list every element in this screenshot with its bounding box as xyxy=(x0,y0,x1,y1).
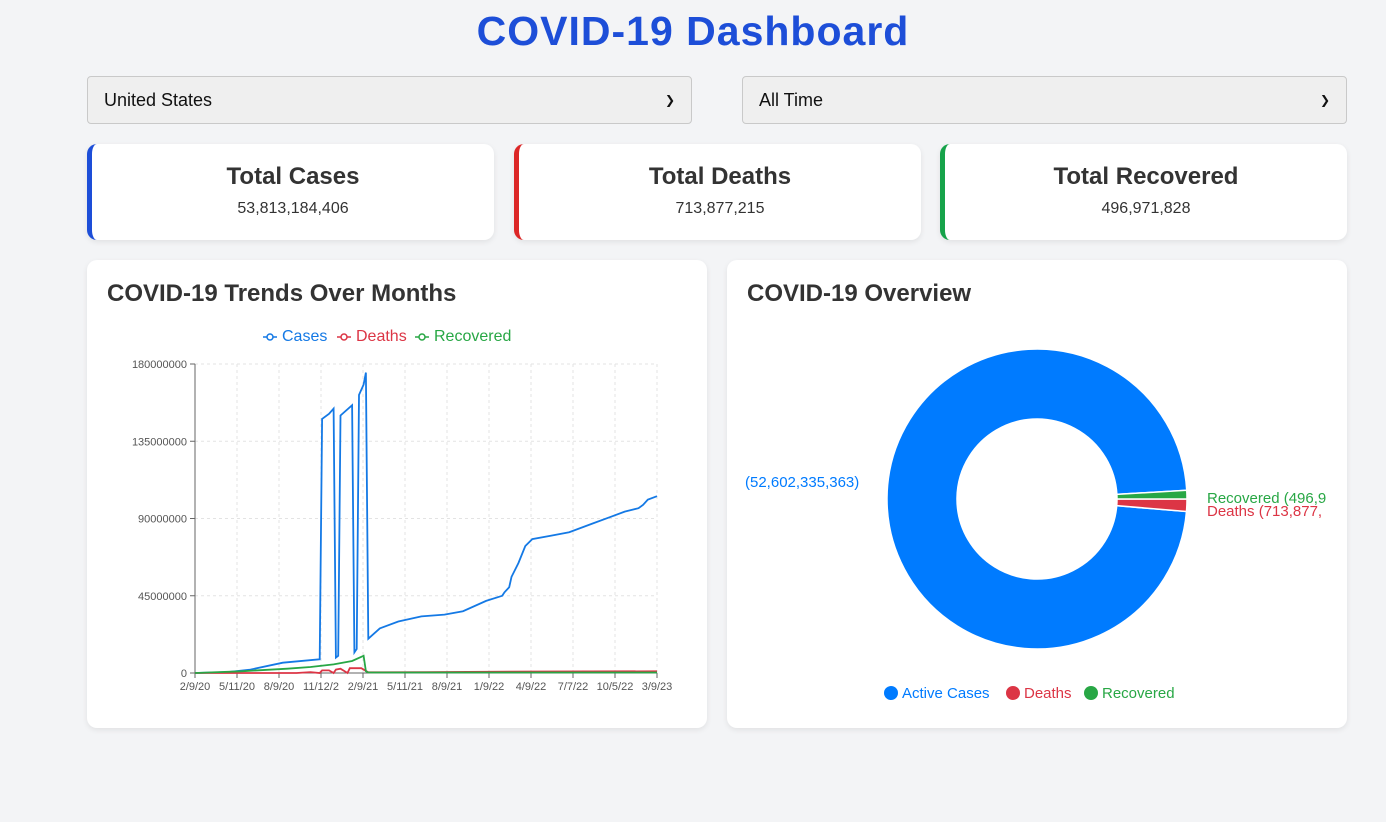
x-tick-label: 11/12/2 xyxy=(303,681,339,693)
legend-label: Recovered xyxy=(434,328,511,345)
x-tick-label: 7/7/22 xyxy=(558,681,589,693)
legend-marker xyxy=(418,333,426,341)
total-recovered-card: Total Recovered 496,971,828 xyxy=(940,144,1347,240)
x-tick-label: 4/9/22 xyxy=(516,681,547,693)
x-tick-label: 8/9/21 xyxy=(432,681,463,693)
y-tick-label: 45000000 xyxy=(138,591,187,603)
total-cases-card: Total Cases 53,813,184,406 xyxy=(87,144,494,240)
x-tick-label: 10/5/22 xyxy=(597,681,634,693)
chevron-down-icon: ❯ xyxy=(1319,93,1330,107)
overview-panel: COVID-19 Overview (52,602,335,363) Recove… xyxy=(727,260,1347,728)
series-line-recovered xyxy=(194,654,657,674)
y-tick-label: 0 xyxy=(181,668,187,680)
trends-panel: COVID-19 Trends Over Months 2/9/20 5/11/2… xyxy=(87,260,707,728)
card-value: 496,971,828 xyxy=(1101,200,1191,217)
legend-label: Cases xyxy=(282,328,327,345)
y-tick-label: 135000000 xyxy=(132,436,187,448)
x-tick-label: 5/11/20 xyxy=(219,681,255,693)
overview-donut-chart: (52,602,335,363)Recovered (496,9Deaths (… xyxy=(745,348,1326,702)
x-tick-label: 2/9/21 xyxy=(348,681,379,693)
x-tick-label: 5/11/21 xyxy=(387,681,423,693)
period-select[interactable]: All Time ❯ xyxy=(742,76,1347,124)
card-value: 713,877,215 xyxy=(675,200,765,217)
x-tick-label: 1/9/22 xyxy=(474,681,505,693)
legend-marker xyxy=(340,333,348,341)
page-title: COVID-19 Dashboard xyxy=(476,8,910,54)
card-title: Total Cases xyxy=(226,163,360,190)
legend-dot xyxy=(884,686,898,700)
slice-label-deaths: Deaths (713,877, xyxy=(1207,503,1322,520)
card-title: Total Recovered xyxy=(1053,163,1239,190)
legend-label: Active Cases xyxy=(902,685,990,702)
legend-dot xyxy=(1006,686,1020,700)
legend-marker xyxy=(266,333,274,341)
total-deaths-card: Total Deaths 713,877,215 xyxy=(514,144,921,240)
card-value: 53,813,184,406 xyxy=(237,200,349,217)
card-title: Total Deaths xyxy=(648,163,792,190)
y-tick-label: 180000000 xyxy=(132,359,187,371)
x-tick-label: 3/9/23 xyxy=(642,681,673,693)
country-select-value: United States xyxy=(104,89,213,110)
legend-dot xyxy=(1084,686,1098,700)
period-select-value: All Time xyxy=(759,89,824,110)
legend-label: Deaths xyxy=(1024,685,1072,702)
y-tick-label: 90000000 xyxy=(138,514,187,526)
country-select[interactable]: United States ❯ xyxy=(87,76,692,124)
donut-labels: (52,602,335,363)Recovered (496,9Deaths (… xyxy=(745,474,1326,520)
slice-label-active-cases: (52,602,335,363) xyxy=(745,474,859,491)
legend-label: Recovered xyxy=(1102,685,1175,702)
x-tick-label: 8/9/20 xyxy=(264,681,295,693)
trends-line-chart: 2/9/20 5/11/20 8/9/20 11/12/2 2/9/21 5/11/21 8… xyxy=(132,328,673,693)
x-tick-label: 2/9/20 xyxy=(180,681,211,693)
series-line-cases xyxy=(194,372,658,674)
chevron-down-icon: ❯ xyxy=(664,93,675,107)
legend-label: Deaths xyxy=(356,328,407,345)
